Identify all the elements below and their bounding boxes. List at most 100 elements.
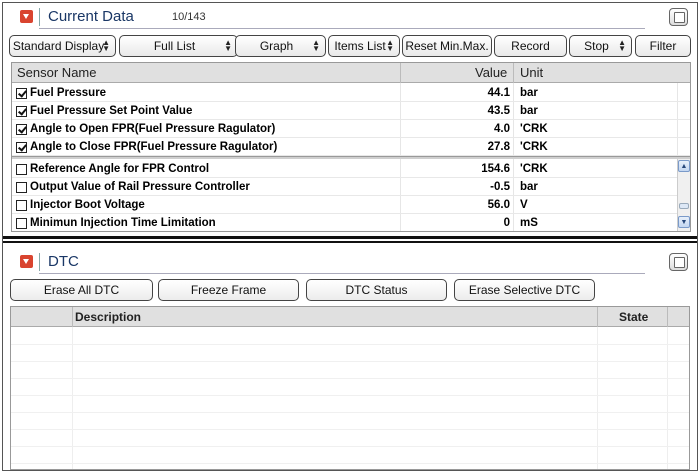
panel-divider[interactable] xyxy=(3,236,697,239)
column-divider xyxy=(513,63,514,83)
sensor-unit: V xyxy=(520,199,528,211)
current-data-maximize-icon[interactable] xyxy=(669,8,688,26)
table-row[interactable]: Angle to Open FPR(Fuel Pressure Ragulato… xyxy=(12,120,690,138)
stop-select[interactable]: Stop ▲ ▼ xyxy=(569,35,632,57)
sensor-name: Output Value of Rail Pressure Controller xyxy=(30,181,250,193)
scroll-thumb[interactable] xyxy=(679,203,689,209)
sensor-value: 154.6 xyxy=(481,163,510,175)
sensor-name: Injector Boot Voltage xyxy=(30,199,145,211)
table-row[interactable]: Reference Angle for FPR Control 154.6 'C… xyxy=(12,160,690,178)
row-checkbox[interactable] xyxy=(16,199,27,211)
sensor-unit: bar xyxy=(520,87,538,99)
sensor-unit: 'CRK xyxy=(520,163,548,175)
table-row[interactable] xyxy=(11,396,689,413)
table-row[interactable] xyxy=(11,413,689,430)
row-checkbox[interactable] xyxy=(16,181,27,193)
sensor-value: 27.8 xyxy=(487,141,510,153)
sensor-value: -0.5 xyxy=(490,181,510,193)
erase-all-dtc-button[interactable]: Erase All DTC xyxy=(10,279,153,301)
table-row[interactable]: Output Value of Rail Pressure Controller… xyxy=(12,178,690,196)
list-mode-label: Full List xyxy=(153,39,196,53)
fixed-rows-separator xyxy=(12,156,690,159)
items-list-label: Items List xyxy=(334,39,386,53)
display-mode-select[interactable]: Standard Display ▲ ▼ xyxy=(9,35,116,57)
dtc-maximize-icon[interactable] xyxy=(669,253,688,271)
header-rule xyxy=(39,28,645,29)
column-header-unit[interactable]: Unit xyxy=(520,63,543,83)
scroll-up-icon[interactable]: ▲ xyxy=(678,160,690,172)
items-list-select[interactable]: Items List ▲ ▼ xyxy=(328,35,400,57)
sensor-unit: mS xyxy=(520,217,538,229)
column-divider xyxy=(597,307,598,327)
dtc-toolbar: Erase All DTC Freeze Frame DTC Status Er… xyxy=(10,279,610,301)
column-divider xyxy=(667,307,668,327)
filter-button[interactable]: Filter xyxy=(635,35,691,57)
current-data-title: Current Data xyxy=(48,8,134,25)
row-checkbox[interactable] xyxy=(16,217,27,229)
reset-min-max-button[interactable]: Reset Min.Max. xyxy=(402,35,492,57)
dtc-header: DTC xyxy=(3,248,697,276)
table-row[interactable] xyxy=(11,447,689,464)
sensor-scrollbar[interactable]: ▲ ▼ xyxy=(677,159,690,231)
freeze-frame-button[interactable]: Freeze Frame xyxy=(158,279,299,301)
panel-divider-line xyxy=(3,241,697,243)
updown-arrow-icon: ▲ ▼ xyxy=(102,38,110,53)
row-checkbox[interactable] xyxy=(16,87,27,99)
updown-arrow-icon: ▲ ▼ xyxy=(312,38,320,53)
table-row[interactable]: Angle to Close FPR(Fuel Pressure Ragulat… xyxy=(12,138,690,156)
table-row[interactable]: Injector Boot Voltage 56.0 V xyxy=(12,196,690,214)
dtc-table: Description State xyxy=(10,306,690,470)
sensor-unit: bar xyxy=(520,105,538,117)
graph-label: Graph xyxy=(259,39,294,53)
graph-select[interactable]: Graph ▲ ▼ xyxy=(235,35,326,57)
sensor-data-table: Sensor Name Value Unit Fuel Pressure 44.… xyxy=(11,62,691,232)
row-checkbox[interactable] xyxy=(16,141,27,153)
current-data-toolbar: Standard Display ▲ ▼ Full List ▲ ▼ Graph ▲… xyxy=(9,35,693,57)
table-row[interactable] xyxy=(11,379,689,396)
column-header-description[interactable]: Description xyxy=(75,307,141,327)
stop-label: Stop xyxy=(584,39,609,53)
dtc-title: DTC xyxy=(48,253,79,270)
table-row[interactable] xyxy=(11,362,689,379)
table-row[interactable]: Fuel Pressure Set Point Value 43.5 bar xyxy=(12,102,690,120)
sensor-name: Fuel Pressure Set Point Value xyxy=(30,105,193,117)
updown-arrow-icon: ▲ ▼ xyxy=(386,38,394,53)
dtc-status-button[interactable]: DTC Status xyxy=(306,279,447,301)
sensor-name: Angle to Open FPR(Fuel Pressure Ragulato… xyxy=(30,123,276,135)
sensor-value: 56.0 xyxy=(487,199,510,211)
table-row[interactable] xyxy=(11,430,689,447)
column-header-value[interactable]: Value xyxy=(475,63,507,83)
current-data-collapse-icon[interactable] xyxy=(20,10,33,23)
sensor-value: 44.1 xyxy=(487,87,510,99)
sensor-name: Fuel Pressure xyxy=(30,87,107,99)
sensor-unit: 'CRK xyxy=(520,123,548,135)
column-divider xyxy=(72,307,73,327)
sensor-unit: bar xyxy=(520,181,538,193)
table-row[interactable]: Fuel Pressure 44.1 bar xyxy=(12,84,690,102)
display-mode-label: Standard Display xyxy=(12,39,105,53)
sensor-count: 10/143 xyxy=(172,11,206,23)
header-separator xyxy=(39,253,40,271)
erase-selective-dtc-button[interactable]: Erase Selective DTC xyxy=(454,279,595,301)
table-row[interactable] xyxy=(11,328,689,345)
table-row[interactable]: Minimun Injection Time Limitation 0 mS xyxy=(12,214,690,231)
sensor-name: Reference Angle for FPR Control xyxy=(30,163,210,175)
row-checkbox[interactable] xyxy=(16,163,27,175)
sensor-name: Minimun Injection Time Limitation xyxy=(30,217,216,229)
list-mode-select[interactable]: Full List ▲ ▼ xyxy=(119,35,238,57)
updown-arrow-icon: ▲ ▼ xyxy=(224,38,232,53)
column-header-sensor-name[interactable]: Sensor Name xyxy=(17,63,96,83)
dtc-collapse-icon[interactable] xyxy=(20,255,33,268)
table-row[interactable] xyxy=(11,345,689,362)
column-header-state[interactable]: State xyxy=(619,307,648,327)
diagnostic-window: Current Data 10/143 Standard Display ▲ ▼ … xyxy=(2,2,698,471)
row-checkbox[interactable] xyxy=(16,105,27,117)
record-button[interactable]: Record xyxy=(494,35,567,57)
sensor-value: 43.5 xyxy=(487,105,510,117)
scroll-down-icon[interactable]: ▼ xyxy=(678,216,690,228)
row-checkbox[interactable] xyxy=(16,123,27,135)
dtc-table-header: Description State xyxy=(11,307,689,327)
sensor-name-cell: Fuel Pressure xyxy=(16,84,106,102)
sensor-name: Angle to Close FPR(Fuel Pressure Ragulat… xyxy=(30,141,278,153)
header-rule xyxy=(39,273,645,274)
